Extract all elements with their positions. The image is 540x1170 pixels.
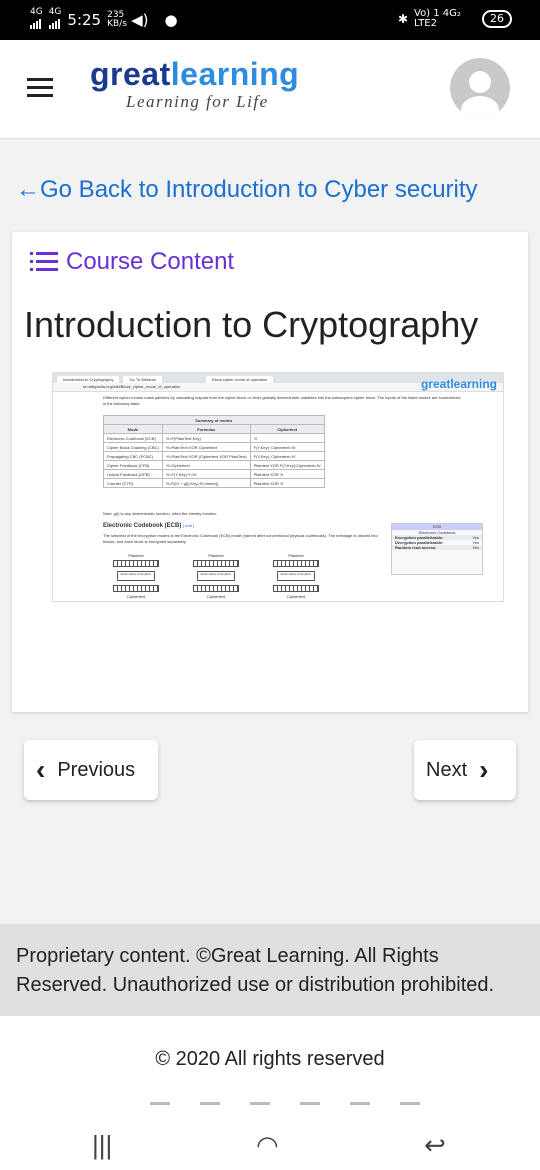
next-button[interactable]: Next › xyxy=(414,740,516,800)
embedded-brand: greatlearning xyxy=(420,377,497,391)
system-nav-bar: ||| ◠ ↩ xyxy=(0,1130,540,1170)
chevron-right-icon: › xyxy=(479,754,489,785)
battery-icon: 26 xyxy=(482,10,512,28)
footer-notice: Proprietary content. ©Great Learning. Al… xyxy=(0,924,540,1016)
speed-indicator: 235 KB/s xyxy=(107,10,127,29)
avatar[interactable] xyxy=(450,58,510,118)
ecb-infobox: ECB Electronic Codebook Encryption paral… xyxy=(391,523,483,575)
course-content-label: Course Content xyxy=(66,248,235,275)
table-row: Propagating CBC (PCBC) Yi=PlainText XOR (… xyxy=(103,451,325,461)
table-caption: Summary of modes xyxy=(103,415,325,425)
embedded-note: Note: g(i) is any deterministic function… xyxy=(103,511,218,516)
ecb-heading: Electronic Codebook (ECB) [ edit ] xyxy=(103,523,194,529)
ecb-text: The simplest of the encryption modes is … xyxy=(103,533,378,544)
chevron-left-icon: ‹ xyxy=(36,754,46,785)
notification-dot-icon: ● xyxy=(164,11,178,29)
table-header: Ciphertext xyxy=(249,424,325,434)
app-header: greatlearning Learning for Life xyxy=(0,40,540,139)
previous-button[interactable]: ‹ Previous xyxy=(24,740,158,800)
copyright-section: © 2020 All rights reserved xyxy=(0,1016,540,1130)
cipher-block: Plaintext block cipher encryption Cipherte… xyxy=(113,553,159,599)
back-icon[interactable]: ↩ xyxy=(424,1130,446,1161)
clock: 5:25 xyxy=(67,11,102,29)
brand-part2: learning xyxy=(170,56,300,92)
course-content-link[interactable]: Course Content xyxy=(30,248,234,276)
copyright-text: © 2020 All rights reserved xyxy=(155,1048,385,1070)
bluetooth-icon: ✱ xyxy=(397,12,408,26)
table-row: Cipher Feedback (CFB) Yi=Ciphertext Plaint… xyxy=(103,460,325,470)
faded-links xyxy=(150,1102,430,1105)
next-label: Next xyxy=(426,758,468,781)
table-row: Cipher Block Chaining (CBC) Yi=PlainText … xyxy=(103,442,325,452)
brand-part1: great xyxy=(90,56,171,92)
cipher-block: Plaintext block cipher encryption Cipherte… xyxy=(193,553,239,599)
list-icon xyxy=(30,252,58,272)
table-header: Formulas xyxy=(161,424,251,434)
volume-icon: ◀) xyxy=(131,11,149,29)
user-icon xyxy=(461,71,499,118)
previous-label: Previous xyxy=(57,758,136,781)
status-right: ✱ Vo) 1 4G₂ LTE2 26 xyxy=(398,9,512,29)
content-card: Course Content Introduction to Cryptogra… xyxy=(12,232,528,712)
proprietary-notice: Proprietary content. ©Great Learning. Al… xyxy=(16,945,495,996)
greatlearning-logo[interactable]: greatlearning Learning for Life xyxy=(90,56,299,112)
status-bar: 4G 4G 5:25 235 KB/s ◀) ● ✱ Vo) 1 4G₂ LTE… xyxy=(0,0,540,40)
page-title: Introduction to Cryptography xyxy=(24,304,479,345)
table-header: Mode xyxy=(103,424,163,434)
lte-indicator: Vo) 1 4G₂ LTE2 xyxy=(414,8,461,29)
embedded-screenshot: Introduction to Cryptography Go To Webin… xyxy=(52,372,504,602)
ecb-diagram: Plaintext block cipher encryption Cipherte… xyxy=(113,553,319,599)
browser-tab: Go To Webinar xyxy=(123,376,163,383)
home-icon[interactable]: ◠ xyxy=(256,1130,279,1161)
table-row: Electronic Codebook (ECB) Yi=F(PlainText,… xyxy=(103,433,325,443)
table-row: Counter (CTR) Yi=F(IV + g(i),Key);IV=toke… xyxy=(103,478,325,488)
recents-icon[interactable]: ||| xyxy=(92,1130,112,1161)
network-indicator: 4G xyxy=(30,8,43,32)
embedded-intro: Different cipher modes mask patterns by … xyxy=(103,395,461,406)
menu-icon[interactable] xyxy=(27,78,53,98)
browser-tab: Introduction to Cryptography xyxy=(57,376,120,383)
go-back-link[interactable]: ←Go Back to Introduction to Cyber securi… xyxy=(16,176,478,204)
table-row: Output Feedback (OFB) Yi=F(Y,Key);Y=IV Pla… xyxy=(103,469,325,479)
cipher-block: Plaintext block cipher encryption Cipherte… xyxy=(273,553,319,599)
modes-table: Summary of modes Mode Formulas Ciphertex… xyxy=(103,415,325,488)
network-indicator-2: 4G xyxy=(48,8,61,32)
status-left: 4G 4G 5:25 235 KB/s ◀) ● xyxy=(30,8,178,32)
browser-tab: Block cipher mode of operation xyxy=(206,376,274,383)
tagline: Learning for Life xyxy=(126,92,269,111)
